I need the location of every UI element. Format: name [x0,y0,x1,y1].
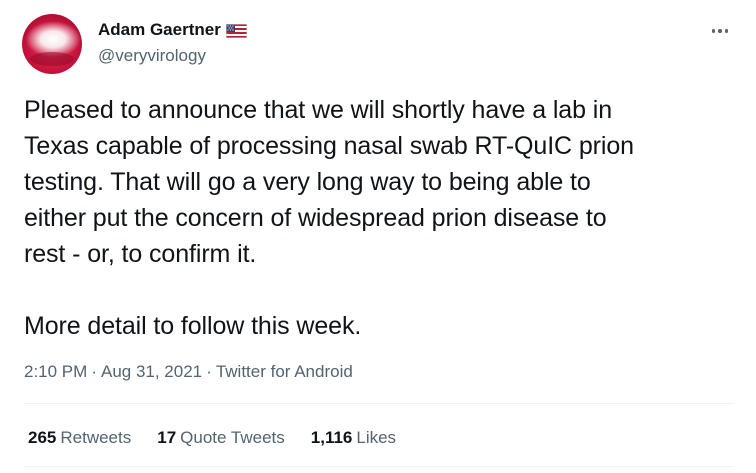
tweet-stats: 265 Retweets 17 Quote Tweets 1,116 Likes [28,428,396,448]
name-row: Adam Gaertner [98,18,247,42]
quote-tweets-stat[interactable]: 17 Quote Tweets [157,428,285,448]
divider [24,403,734,404]
divider [24,466,734,467]
avatar[interactable] [22,14,82,74]
tweet-time[interactable]: 2:10 PM [24,362,87,382]
tweet-meta: 2:10 PM · Aug 31, 2021 · Twitter for And… [24,362,353,382]
quote-tweets-count: 17 [157,428,177,447]
tweet-text: Pleased to announce that we will shortly… [24,96,634,340]
us-flag-icon [225,24,247,38]
more-options-icon[interactable] [708,22,732,40]
tweet-source-link[interactable]: Twitter for Android [216,362,353,382]
dot [718,29,722,33]
display-name[interactable]: Adam Gaertner [98,20,221,40]
likes-count: 1,116 [310,428,353,447]
meta-separator: · [206,362,212,381]
user-handle[interactable]: @veryvirology [98,46,247,66]
quote-tweets-label: Quote Tweets [180,428,285,447]
user-info: Adam Gaertner @veryvirology [98,18,247,66]
likes-label: Likes [356,428,397,447]
likes-stat[interactable]: 1,116 Likes [311,428,396,448]
dot [711,29,716,33]
meta-separator: · [91,362,97,381]
dot [724,29,729,33]
retweets-label: Retweets [60,428,132,447]
retweets-count: 265 [28,428,57,447]
tweet-card: Adam Gaertner @veryvirology Pleased to a… [0,0,756,473]
avatar-shape [30,52,74,66]
retweets-stat[interactable]: 265 Retweets [28,428,131,448]
tweet-date[interactable]: Aug 31, 2021 [101,362,202,382]
